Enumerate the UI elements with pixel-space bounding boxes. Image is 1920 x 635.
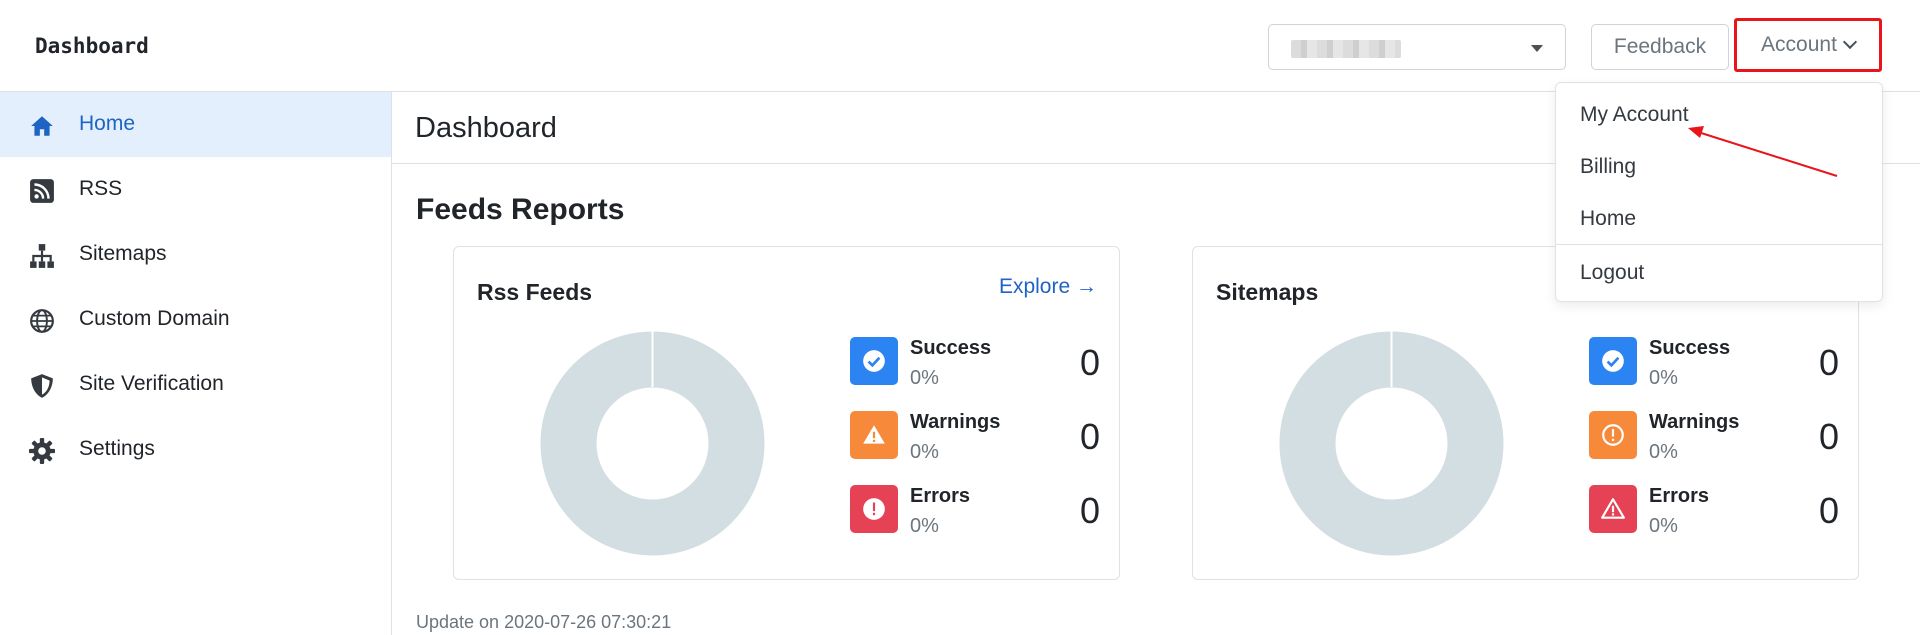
stat-percent: 0% (910, 367, 939, 389)
site-select-value (1291, 40, 1401, 58)
stat-errors: Errors 0% 0 (1589, 485, 1839, 545)
top-bar: Dashboard Feedback Account (0, 0, 1920, 92)
explore-link[interactable]: Explore → (999, 275, 1097, 299)
warnings-badge (1589, 411, 1637, 459)
stat-warnings: Warnings 0% 0 (850, 411, 1100, 471)
stat-name: Success (1649, 337, 1731, 359)
caret-down-icon (1531, 45, 1543, 52)
rss-icon (30, 179, 54, 203)
check-circle-icon (1602, 350, 1624, 372)
stat-percent: 0% (910, 515, 939, 537)
menu-item-home[interactable]: Home (1580, 207, 1636, 231)
exclamation-circle-outline-icon (1602, 424, 1624, 446)
globe-icon (30, 309, 54, 333)
warning-triangle-outline-icon (1601, 498, 1625, 519)
donut-chart (1279, 331, 1504, 556)
card-title: Sitemaps (1216, 279, 1319, 305)
stat-count: 0 (1818, 416, 1839, 457)
chevron-down-icon (1842, 34, 1858, 50)
sidebar-item-label: RSS (79, 177, 123, 200)
shield-icon (31, 374, 53, 398)
stat-count: 0 (1079, 342, 1100, 383)
page-title: Dashboard (415, 112, 557, 144)
stat-warnings: Warnings 0% 0 (1589, 411, 1839, 471)
update-timestamp: Update on 2020-07-26 07:30:21 (416, 612, 672, 632)
stat-name: Warnings (910, 411, 1001, 433)
stat-name: Errors (910, 485, 971, 507)
stat-errors: Errors 0% 0 (850, 485, 1100, 545)
sidebar-item-home[interactable]: Home (0, 92, 391, 157)
stat-name: Success (910, 337, 992, 359)
exclamation-circle-icon (863, 498, 885, 520)
success-badge (1589, 337, 1637, 385)
stat-percent: 0% (1649, 441, 1678, 463)
stat-percent: 0% (1649, 367, 1678, 389)
stat-count: 0 (1818, 490, 1839, 531)
stat-success: Success 0% 0 (1589, 337, 1839, 397)
warning-triangle-icon (863, 425, 885, 444)
sidebar-item-label: Home (79, 112, 136, 135)
success-badge (850, 337, 898, 385)
stat-count: 0 (1818, 342, 1839, 383)
home-icon (31, 116, 53, 136)
sidebar-item-rss[interactable]: RSS (0, 157, 391, 222)
stat-name: Warnings (1649, 411, 1740, 433)
stat-count: 0 (1079, 416, 1100, 457)
sidebar-item-sitemaps[interactable]: Sitemaps (0, 222, 391, 287)
feedback-button[interactable]: Feedback (1591, 24, 1729, 70)
sidebar: Home RSS Sitemaps Custom Domain Site Ver… (0, 92, 392, 635)
gear-icon (29, 438, 55, 464)
section-title: Feeds Reports (416, 193, 625, 226)
stat-percent: 0% (1649, 515, 1678, 537)
account-button[interactable]: Account (1734, 18, 1882, 72)
menu-divider (1556, 244, 1882, 245)
sidebar-item-settings[interactable]: Settings (0, 417, 391, 482)
account-button-label: Account (1761, 33, 1837, 56)
account-dropdown-menu: My Account Billing Home Logout (1555, 82, 1883, 302)
site-select[interactable] (1268, 24, 1566, 70)
brand-title: Dashboard (35, 34, 149, 58)
errors-badge (1589, 485, 1637, 533)
menu-item-my-account[interactable]: My Account (1580, 103, 1689, 127)
sidebar-item-label: Site Verification (79, 372, 224, 395)
stat-count: 0 (1079, 490, 1100, 531)
annotation-arrow (1688, 126, 1838, 177)
menu-item-billing[interactable]: Billing (1580, 155, 1636, 179)
warnings-badge (850, 411, 898, 459)
rss-feeds-card: Rss Feeds Explore → Success 0% 0 Warning… (453, 246, 1120, 580)
card-title: Rss Feeds (477, 279, 593, 305)
sidebar-item-label: Sitemaps (79, 242, 167, 265)
sidebar-item-label: Settings (79, 437, 155, 460)
sidebar-item-custom-domain[interactable]: Custom Domain (0, 287, 391, 352)
sidebar-item-label: Custom Domain (79, 307, 230, 330)
stat-name: Errors (1649, 485, 1710, 507)
menu-item-logout[interactable]: Logout (1580, 261, 1644, 285)
sitemap-icon (30, 244, 54, 268)
check-circle-icon (863, 350, 885, 372)
donut-chart (540, 331, 765, 556)
stat-success: Success 0% 0 (850, 337, 1100, 397)
errors-badge (850, 485, 898, 533)
stat-percent: 0% (910, 441, 939, 463)
sidebar-item-site-verification[interactable]: Site Verification (0, 352, 391, 417)
